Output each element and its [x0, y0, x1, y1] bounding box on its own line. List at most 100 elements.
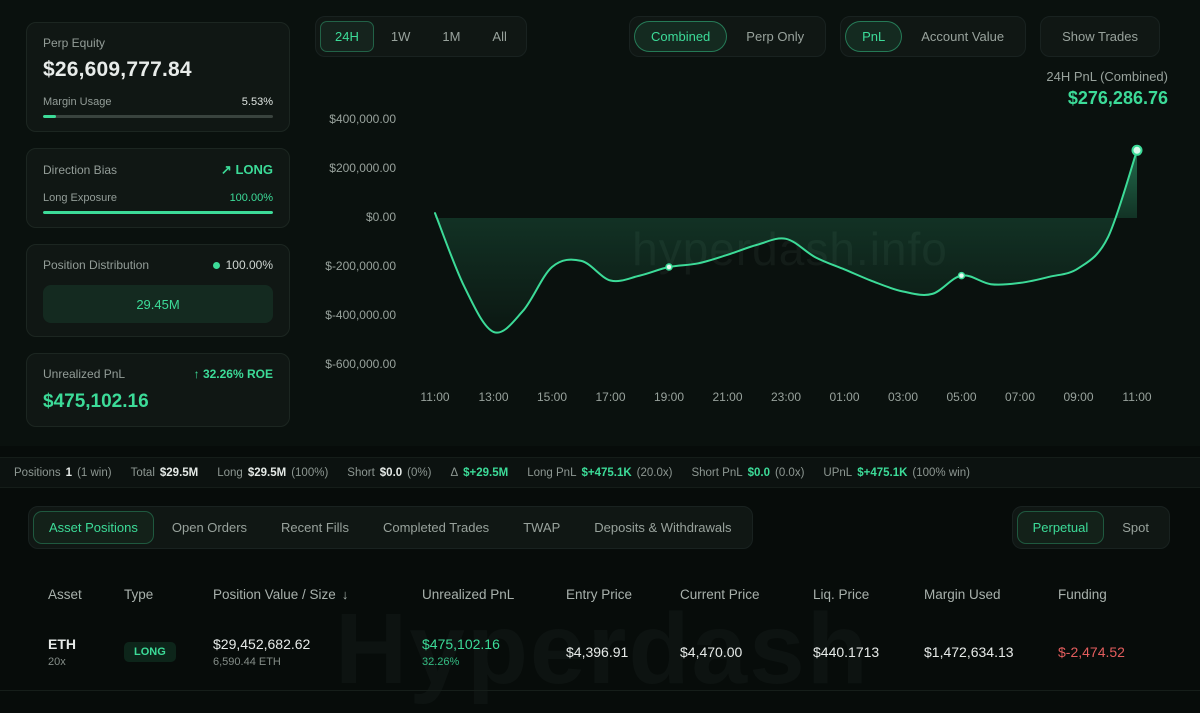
trend-up-icon: ↗ — [220, 162, 232, 177]
stat-value: $+475.1K — [581, 466, 632, 479]
stat-long-pnl: Long PnL $+475.1K (20.0x) — [527, 467, 672, 479]
show-trades-group: Show Trades — [1040, 16, 1160, 57]
table-row[interactable]: ETH 20x LONG $29,452,682.62 6,590.44 ETH $475… — [0, 618, 1200, 691]
x-axis-label: 07:00 — [1004, 390, 1036, 404]
cell-main: ETH — [48, 636, 76, 652]
cell-position-value-size: $29,452,682.62 6,590.44 ETH — [213, 636, 422, 668]
cell-sub: 32.26% — [422, 656, 460, 668]
cell-sub: 6,590.44 ETH — [213, 656, 281, 668]
col-header-unrealized-pnl[interactable]: Unrealized PnL — [422, 587, 566, 602]
col-header-funding[interactable]: Funding — [1058, 587, 1200, 602]
margin-usage-value: 5.53% — [241, 96, 273, 108]
stat-label: Long PnL — [527, 466, 577, 479]
col-header-asset[interactable]: Asset — [48, 587, 124, 602]
stat-value: $0.0 — [747, 466, 771, 479]
stat-label: Long — [217, 466, 243, 479]
stat-extra: (0%) — [407, 466, 432, 479]
direction-bias-value: ↗ LONG — [221, 162, 273, 178]
stat-long: Long $29.5M (100%) — [217, 467, 328, 479]
stat-extra: (100%) — [291, 466, 329, 479]
cell-unrealized-pnl: $475,102.16 32.26% — [422, 636, 566, 668]
position-distribution-bar[interactable]: 29.45M — [43, 285, 273, 323]
chart-plot-area — [434, 144, 1143, 334]
tab-spot[interactable]: Spot — [1106, 511, 1165, 544]
cell-main: $-2,474.52 — [1058, 644, 1125, 660]
stat-value: $29.5M — [247, 466, 287, 479]
tab-completed-trades[interactable]: Completed Trades — [367, 511, 505, 544]
direction-bias-text: LONG — [235, 162, 273, 177]
mode-combined[interactable]: Combined — [634, 21, 728, 52]
x-axis-label: 03:00 — [887, 390, 919, 404]
data-point-marker — [665, 263, 673, 271]
x-axis-label: 11:00 — [1122, 390, 1152, 404]
y-axis-label: $400,000.00 — [329, 112, 396, 126]
long-exposure-bar — [43, 211, 273, 214]
time-range-1m[interactable]: 1M — [427, 21, 475, 52]
positions-table-header: Asset Type Position Value / Size ↓ Unrealize… — [0, 572, 1200, 616]
roe-value: ↑ 32.26% ROE — [194, 367, 273, 381]
time-range-group: 24H 1W 1M All — [315, 16, 527, 57]
x-axis-label: 19:00 — [653, 390, 685, 404]
positions-summary-bar: Positions 1 (1 win) Total $29.5M Long $29.5M (1… — [0, 457, 1200, 488]
chart-y-axis: $400,000.00 $200,000.00 $0.00 $-200,000.00 $… — [325, 106, 396, 378]
col-header-type[interactable]: Type — [124, 587, 213, 602]
cell-main: $475,102.16 — [422, 636, 500, 652]
col-header-margin-used[interactable]: Margin Used — [924, 587, 1058, 602]
time-range-24h[interactable]: 24H — [320, 21, 374, 52]
cell-main: $4,470.00 — [680, 644, 743, 660]
stat-value: 1 — [65, 466, 73, 479]
cell-main: $1,472,634.13 — [924, 644, 1014, 660]
margin-usage-bar — [43, 115, 273, 118]
roe-text: 32.26% ROE — [202, 367, 273, 381]
mode-perp-only[interactable]: Perp Only — [729, 21, 821, 52]
stat-label: UPnL — [823, 466, 853, 479]
cell-liq-price: $440.1713 — [813, 644, 924, 660]
cell-type: LONG — [124, 642, 213, 662]
data-point-marker — [1131, 144, 1143, 156]
metric-toggle-group: PnL Account Value — [840, 16, 1027, 57]
show-trades-button[interactable]: Show Trades — [1045, 21, 1155, 52]
position-distribution-card: Position Distribution 100.00% 29.45M — [26, 244, 290, 337]
col-header-liq-price[interactable]: Liq. Price — [813, 587, 924, 602]
stat-label: Total — [130, 466, 155, 479]
metric-pnl[interactable]: PnL — [845, 21, 903, 52]
stat-value: $29.5M — [159, 466, 199, 479]
time-range-all[interactable]: All — [477, 21, 521, 52]
time-range-1w[interactable]: 1W — [376, 21, 426, 52]
tab-open-orders[interactable]: Open Orders — [156, 511, 263, 544]
margin-usage-label: Margin Usage — [43, 96, 112, 108]
position-type-badge: LONG — [124, 642, 176, 662]
cell-entry-price: $4,396.91 — [566, 644, 680, 660]
stat-item: Δ $+29.5M — [450, 467, 508, 479]
sidebar: Perp Equity $26,609,777.84 Margin Usage … — [26, 22, 290, 443]
x-axis-label: 15:00 — [536, 390, 568, 404]
arrow-up-icon: ↑ — [193, 367, 200, 381]
cell-current-price: $4,470.00 — [680, 644, 813, 660]
tab-recent-fills[interactable]: Recent Fills — [265, 511, 365, 544]
perp-equity-value: $26,609,777.84 — [43, 58, 192, 81]
col-header-current-price[interactable]: Current Price — [680, 587, 813, 602]
x-axis-label: 11:00 — [420, 390, 450, 404]
pnl-area-fill — [435, 150, 1137, 333]
col-header-position-value-size[interactable]: Position Value / Size ↓ — [213, 587, 422, 602]
stat-value: $+29.5M — [463, 466, 509, 479]
tab-perpetual[interactable]: Perpetual — [1016, 511, 1105, 544]
long-exposure-label: Long Exposure — [43, 192, 117, 204]
direction-bias-card: Direction Bias ↗ LONG Long Exposure 100.… — [26, 148, 290, 228]
tab-asset-positions[interactable]: Asset Positions — [33, 511, 154, 544]
cell-main: $440.1713 — [813, 644, 880, 660]
long-exposure-bar-fill — [43, 211, 273, 214]
metric-account-value[interactable]: Account Value — [904, 21, 1021, 52]
col-header-entry-price[interactable]: Entry Price — [566, 587, 680, 602]
chart-title: 24H PnL (Combined) — [1046, 69, 1168, 84]
stat-value: $+475.1K — [857, 466, 908, 479]
cell-funding: $-2,474.52 — [1058, 644, 1200, 660]
position-distribution-pct: 100.00% — [212, 258, 273, 272]
pnl-chart[interactable]: hyperdash.info $400,000.00 $200,000.00 $0.… — [325, 106, 1178, 406]
cell-main: $4,396.91 — [566, 644, 629, 660]
tab-deposits-withdrawals[interactable]: Deposits & Withdrawals — [578, 511, 747, 544]
stat-short: Short $0.0 (0%) — [347, 467, 431, 479]
perp-equity-label: Perp Equity — [43, 36, 106, 50]
market-type-tabs: Perpetual Spot — [1011, 506, 1170, 549]
tab-twap[interactable]: TWAP — [507, 511, 576, 544]
